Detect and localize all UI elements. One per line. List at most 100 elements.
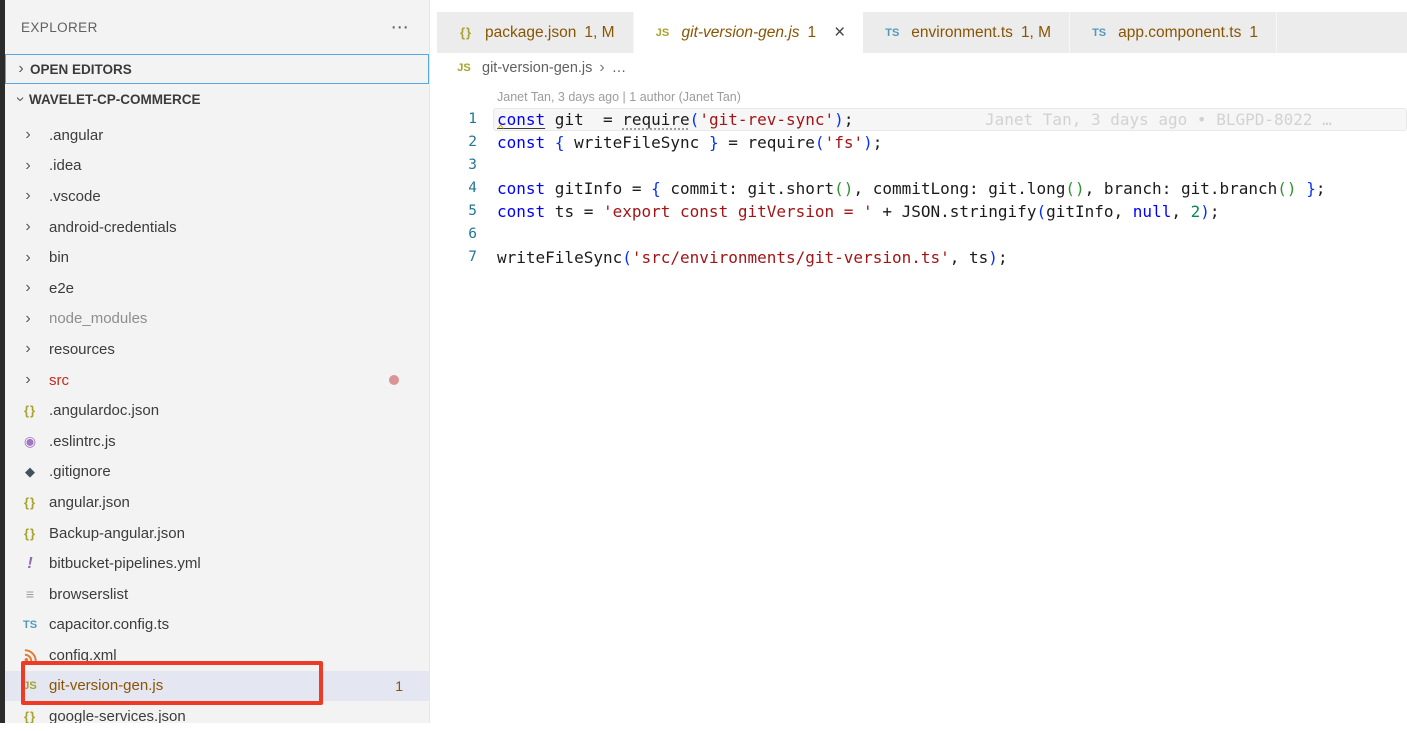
chevron-right-icon: › bbox=[19, 310, 37, 328]
file-icon-slot: {} bbox=[19, 526, 49, 541]
code-text: writeFileSync('src/environments/git-vers… bbox=[497, 246, 1008, 269]
json-file-icon: {} bbox=[455, 25, 477, 40]
workspace-root-label: WAVELET-CP-COMMERCE bbox=[29, 92, 201, 107]
problems-count-badge: 1 bbox=[395, 678, 417, 694]
folder-row-bin[interactable]: ›bin bbox=[5, 242, 429, 273]
chevron-right-icon: › bbox=[12, 60, 30, 78]
breadcrumb: JS git-version-gen.js › … bbox=[431, 53, 1407, 83]
item-label: config.xml bbox=[49, 647, 117, 664]
code-line-2: 2 const { writeFileSync } = require('fs')… bbox=[431, 131, 1407, 154]
explorer-title: EXPLORER bbox=[21, 20, 98, 35]
xml-file-icon bbox=[19, 647, 41, 664]
codelens-blame[interactable]: Janet Tan, 3 days ago | 1 author (Janet … bbox=[497, 90, 741, 104]
item-label: google-services.json bbox=[49, 708, 186, 723]
line-number: 6 bbox=[431, 223, 477, 246]
file-row-.angulardoc.json[interactable]: {} .angulardoc.json bbox=[5, 395, 429, 426]
chevron-right-icon: › bbox=[19, 157, 37, 175]
folder-chevron: › bbox=[19, 157, 49, 175]
folder-row-.angular[interactable]: ›.angular bbox=[5, 120, 429, 151]
file-row-git-version-gen.js[interactable]: JSgit-version-gen.js1 bbox=[5, 671, 429, 702]
ts-file-icon: TS bbox=[881, 27, 903, 39]
file-row-.gitignore[interactable]: ◆.gitignore bbox=[5, 457, 429, 488]
item-label: bin bbox=[49, 249, 69, 266]
tab-environment.ts[interactable]: TSenvironment.ts1, M bbox=[863, 12, 1070, 53]
item-label: angular.json bbox=[49, 494, 130, 511]
folder-row-android-credentials[interactable]: ›android-credentials bbox=[5, 212, 429, 243]
ts-file-icon: TS bbox=[1088, 27, 1110, 39]
file-icon-slot: ◆ bbox=[19, 464, 49, 480]
explorer-sidebar: EXPLORER ⋯ › OPEN EDITORS › WAVELET-CP-C… bbox=[5, 0, 430, 723]
item-label: e2e bbox=[49, 280, 74, 297]
list-file-icon: ≡ bbox=[19, 586, 41, 602]
code-text: const ts = 'export const gitVersion = ' … bbox=[497, 200, 1220, 223]
yml-file-icon: ! bbox=[19, 555, 41, 573]
file-row-browserslist[interactable]: ≡ browserslist bbox=[5, 579, 429, 610]
folder-chevron: › bbox=[19, 126, 49, 144]
file-row-.eslintrc.js[interactable]: ◉.eslintrc.js bbox=[5, 426, 429, 457]
tab-bar: {}package.json1, M JS git-version-gen.js 1 ×… bbox=[431, 12, 1407, 53]
item-label: bitbucket-pipelines.yml bbox=[49, 555, 201, 572]
chevron-right-icon: › bbox=[19, 126, 37, 144]
item-label: .idea bbox=[49, 157, 82, 174]
open-editors-section[interactable]: › OPEN EDITORS bbox=[5, 54, 429, 84]
folder-row-e2e[interactable]: ›e2e bbox=[5, 273, 429, 304]
code-text: const git = require('git-rev-sync'); bbox=[497, 108, 853, 131]
file-icon-slot: ◉ bbox=[19, 433, 49, 450]
json-file-icon: {} bbox=[19, 526, 41, 541]
item-label: browserslist bbox=[49, 586, 128, 603]
file-row-google-services.json[interactable]: {}google-services.json bbox=[5, 701, 429, 723]
workspace-root-section[interactable]: › WAVELET-CP-COMMERCE bbox=[5, 84, 429, 114]
item-label: src bbox=[49, 372, 69, 389]
file-row-angular.json[interactable]: {}angular.json bbox=[5, 487, 429, 518]
line-number: 1 bbox=[431, 108, 477, 131]
file-row-bitbucket-pipelines.yml[interactable]: ! bitbucket-pipelines.yml bbox=[5, 548, 429, 579]
folder-chevron: › bbox=[19, 187, 49, 205]
tab-package.json[interactable]: {}package.json1, M bbox=[437, 12, 634, 53]
folder-row-node_modules[interactable]: ›node_modules bbox=[5, 304, 429, 335]
code-line-7: 7 writeFileSync('src/environments/git-ver… bbox=[431, 246, 1407, 269]
open-editors-label: OPEN EDITORS bbox=[30, 62, 132, 77]
modified-dot-badge bbox=[389, 375, 399, 385]
line-number: 2 bbox=[431, 131, 477, 154]
tab-dirty-badge: 1 bbox=[808, 24, 817, 42]
tab-label: environment.ts bbox=[911, 24, 1013, 42]
line-number: 3 bbox=[431, 154, 477, 177]
breadcrumb-file[interactable]: git-version-gen.js bbox=[482, 60, 592, 76]
tab-git-version-gen.js[interactable]: JS git-version-gen.js 1 × bbox=[634, 12, 864, 53]
inline-git-blame: Janet Tan, 3 days ago • BLGPD-8022 … bbox=[985, 108, 1332, 131]
explorer-header: EXPLORER ⋯ bbox=[5, 0, 429, 54]
file-icon-slot: {} bbox=[19, 495, 49, 510]
more-actions-icon[interactable]: ⋯ bbox=[391, 17, 409, 38]
js-file-icon: JS bbox=[19, 680, 41, 692]
json-file-icon: {} bbox=[19, 403, 41, 418]
code-editor[interactable]: 1 const git = require('git-rev-sync');^ Ja… bbox=[431, 108, 1407, 269]
file-row-capacitor.config.ts[interactable]: TS capacitor.config.ts bbox=[5, 610, 429, 641]
folder-row-resources[interactable]: ›resources bbox=[5, 334, 429, 365]
folder-row-.idea[interactable]: › .idea bbox=[5, 151, 429, 182]
js-file-icon: JS bbox=[652, 27, 674, 39]
folder-row-src[interactable]: ›src bbox=[5, 365, 429, 396]
warning-squiggle-icon: ^ bbox=[497, 119, 504, 142]
code-line-3: 3 bbox=[431, 154, 1407, 177]
line-number: 7 bbox=[431, 246, 477, 269]
tab-dirty-badge: 1, M bbox=[584, 24, 614, 42]
folder-row-.vscode[interactable]: ›.vscode bbox=[5, 181, 429, 212]
tab-label: app.component.ts bbox=[1118, 24, 1241, 42]
ts-file-icon: TS bbox=[19, 619, 41, 631]
code-text: const gitInfo = { commit: git.short(), c… bbox=[497, 177, 1325, 200]
tab-dirty-badge: 1 bbox=[1249, 24, 1258, 42]
file-icon-slot bbox=[19, 647, 49, 664]
item-label: capacitor.config.ts bbox=[49, 616, 169, 633]
code-text: const { writeFileSync } = require('fs'); bbox=[497, 131, 882, 154]
file-icon-slot: ≡ bbox=[19, 586, 49, 602]
file-icon-slot: {} bbox=[19, 403, 49, 418]
code-line-4: 4const gitInfo = { commit: git.short(), … bbox=[431, 177, 1407, 200]
close-icon[interactable]: × bbox=[834, 23, 845, 42]
tab-app.component.ts[interactable]: TS app.component.ts 1 bbox=[1070, 12, 1277, 53]
breadcrumb-symbol[interactable]: … bbox=[612, 60, 627, 76]
file-row-Backup-angular.json[interactable]: {}Backup-angular.json bbox=[5, 518, 429, 549]
file-row-config.xml[interactable]: config.xml bbox=[5, 640, 429, 671]
item-label: .angulardoc.json bbox=[49, 402, 159, 419]
file-tree: ›.angular›.idea›.vscode›android-credenti… bbox=[5, 120, 429, 723]
tab-label: git-version-gen.js bbox=[682, 24, 800, 42]
